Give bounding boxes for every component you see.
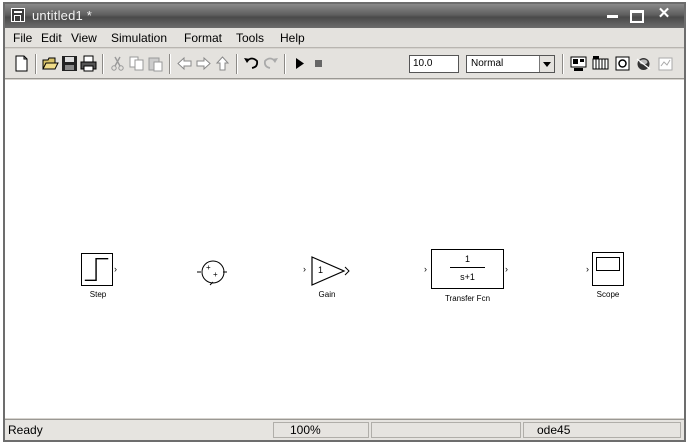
menu-file[interactable]: File [13,31,32,45]
stop-simulation-icon[interactable] [310,55,327,72]
scope-screen-icon [596,257,620,271]
step-function-icon [84,258,109,281]
profiler-icon[interactable] [657,55,674,72]
menu-tools[interactable]: Tools [236,31,264,45]
toolbar-separator [169,54,171,74]
simulink-model-icon [11,8,25,22]
model-window: untitled1 * ✕ File Edit View Simulation … [3,2,686,442]
transfer-fcn-label: Transfer Fcn [444,294,491,303]
model-canvas[interactable]: › Step + + › 1 Gain › 1 s+1 › Transfer F… [5,80,684,418]
library-browser-icon[interactable] [592,55,609,72]
cut-icon[interactable] [109,55,126,72]
menu-simulation[interactable]: Simulation [111,31,167,45]
copy-icon[interactable] [128,55,145,72]
toolbar-separator [102,54,104,74]
debugger-icon[interactable] [635,55,652,72]
start-simulation-icon[interactable] [291,55,308,72]
new-model-icon[interactable] [13,55,30,72]
transfer-fcn-numerator: 1 [464,254,470,264]
menu-bar: File Edit View Simulation Format Tools H… [5,28,684,48]
sum-sign-2: + [213,270,218,279]
maximize-button[interactable] [625,5,647,25]
save-icon[interactable] [61,55,78,72]
toolbar-separator [562,54,564,74]
redo-icon[interactable] [262,55,279,72]
open-folder-icon[interactable] [42,55,59,72]
simulation-mode-select[interactable]: Normal [466,55,555,73]
status-zoom: 100% [290,423,321,437]
toolbar-separator [236,54,238,74]
back-arrow-icon[interactable] [176,55,193,72]
scope-label: Scope [596,290,620,299]
transfer-fcn-input-port-icon: › [424,264,427,274]
print-icon[interactable] [80,55,97,72]
step-output-port-icon: › [114,264,117,274]
status-zoom-box [273,422,369,438]
forward-arrow-icon[interactable] [195,55,212,72]
window-title: untitled1 * [32,8,93,23]
chevron-down-icon[interactable] [539,56,554,72]
simulation-mode-value: Normal [471,58,504,69]
menu-view[interactable]: View [71,31,97,45]
up-arrow-icon[interactable] [214,55,231,72]
transfer-fcn-denominator: s+1 [460,272,475,282]
sum-sign-1: + [206,263,211,272]
toolbar: 10.0 Normal [5,49,684,79]
transfer-fcn-output-port-icon: › [505,264,508,274]
status-bar: Ready 100% ode45 [5,419,684,440]
close-button[interactable]: ✕ [648,5,680,25]
gain-triangle-icon[interactable] [310,255,350,287]
gain-label: Gain [318,290,336,299]
transfer-fcn-body[interactable]: 1 s+1 [431,249,504,289]
title-bar[interactable]: untitled1 * ✕ [5,4,684,28]
menu-format[interactable]: Format [184,31,222,45]
gain-input-port-icon: › [303,264,306,274]
step-label: Step [89,290,107,299]
status-state: Ready [8,423,43,437]
menu-help[interactable]: Help [280,31,305,45]
scope-body[interactable] [592,252,624,286]
status-empty-box [371,422,521,438]
build-model-icon[interactable] [570,55,587,72]
step-block-body[interactable] [81,253,113,286]
fraction-bar [450,267,485,268]
paste-icon[interactable] [147,55,164,72]
model-explorer-icon[interactable] [614,55,631,72]
gain-value: 1 [318,265,324,275]
status-solver: ode45 [537,423,571,437]
toolbar-separator [284,54,286,74]
toolbar-separator [35,54,37,74]
stop-time-field[interactable]: 10.0 [409,55,459,73]
undo-icon[interactable] [243,55,260,72]
scope-input-port-icon: › [586,264,589,274]
minimize-button[interactable] [601,5,625,25]
menu-edit[interactable]: Edit [41,31,62,45]
